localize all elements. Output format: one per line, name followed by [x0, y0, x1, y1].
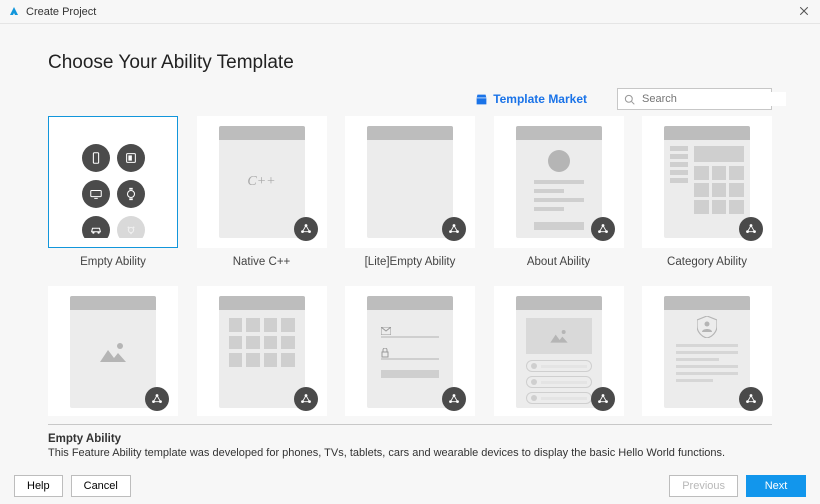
car-icon: [82, 216, 110, 238]
template-card[interactable]: [197, 286, 327, 416]
titlebar: Create Project: [0, 0, 820, 24]
image-icon: [98, 340, 128, 364]
distributed-badge-icon: [442, 387, 466, 411]
template-card-empty-ability[interactable]: Empty Ability: [48, 116, 178, 268]
close-button[interactable]: [798, 5, 812, 19]
distributed-badge-icon: [591, 387, 615, 411]
app-logo-icon: [8, 6, 20, 18]
distributed-badge-icon: [294, 387, 318, 411]
cpp-label: C++: [247, 174, 275, 190]
template-label: Category Ability: [642, 256, 772, 268]
shield-user-icon: [697, 316, 717, 338]
template-card[interactable]: [642, 286, 772, 416]
template-market-label: Template Market: [493, 92, 587, 106]
divider: [48, 424, 772, 425]
previous-button: Previous: [669, 475, 738, 497]
template-label: Native C++: [197, 256, 327, 268]
phone-icon: [82, 144, 110, 172]
distributed-badge-icon: [442, 217, 466, 241]
device-icon-disabled: [117, 216, 145, 238]
next-button[interactable]: Next: [746, 475, 806, 497]
template-card[interactable]: [48, 286, 178, 416]
description-title: Empty Ability: [40, 433, 780, 445]
distributed-badge-icon: [294, 217, 318, 241]
page-heading: Choose Your Ability Template: [48, 52, 780, 74]
help-button[interactable]: Help: [14, 475, 63, 497]
window-title: Create Project: [26, 6, 96, 18]
search-input[interactable]: [640, 92, 786, 106]
distributed-badge-icon: [145, 387, 169, 411]
template-card[interactable]: [345, 286, 475, 416]
footer: Help Cancel Previous Next: [0, 468, 820, 504]
lock-icon: [381, 348, 389, 358]
template-card-native-cpp[interactable]: C++ Native C++: [197, 116, 327, 268]
store-icon: [475, 93, 488, 106]
distributed-badge-icon: [739, 217, 763, 241]
cancel-button[interactable]: Cancel: [71, 475, 131, 497]
image-icon: [549, 328, 569, 344]
watch-icon: [117, 180, 145, 208]
tablet-icon: [117, 144, 145, 172]
template-card-lite-empty[interactable]: [Lite]Empty Ability: [345, 116, 475, 268]
description-text: This Feature Ability template was develo…: [40, 447, 780, 459]
template-card-category[interactable]: Category Ability: [642, 116, 772, 268]
template-grid: Empty Ability C++ Native C++: [40, 116, 780, 416]
close-icon: [798, 5, 810, 17]
mail-icon: [381, 327, 391, 335]
template-label: [Lite]Empty Ability: [345, 256, 475, 268]
template-label: About Ability: [494, 256, 624, 268]
distributed-badge-icon: [591, 217, 615, 241]
search-icon: [624, 94, 635, 105]
template-label: Empty Ability: [48, 256, 178, 268]
search-box[interactable]: [617, 88, 772, 110]
template-card[interactable]: [494, 286, 624, 416]
distributed-badge-icon: [739, 387, 763, 411]
tv-icon: [82, 180, 110, 208]
template-card-about[interactable]: About Ability: [494, 116, 624, 268]
template-market-link[interactable]: Template Market: [475, 92, 587, 106]
